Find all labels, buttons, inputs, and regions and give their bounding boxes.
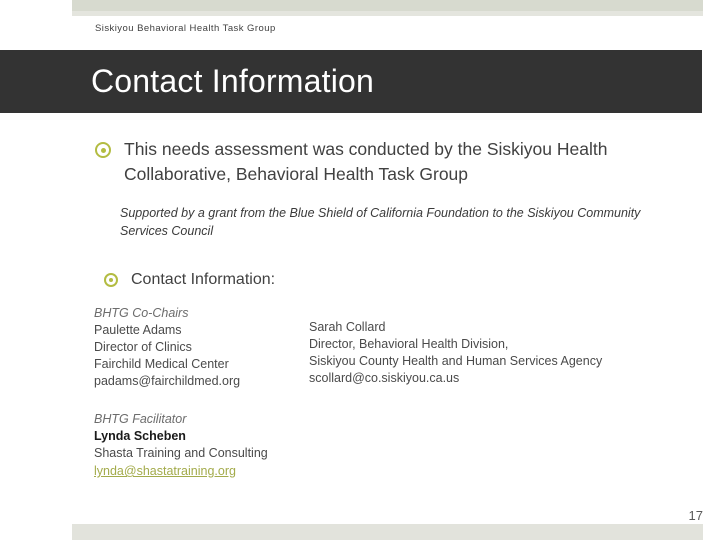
facilitator-heading: BHTG Facilitator [94,412,187,426]
contact-organization: Siskiyou County Health and Human Service… [309,354,603,368]
contacts-column-right: Sarah Collard Director, Behavioral Healt… [309,305,689,390]
contact-email: scollard@co.siskiyou.ca.us [309,371,460,385]
contact-title: Director of Clinics [94,340,192,354]
slide-body: This needs assessment was conducted by t… [0,113,720,478]
facilitator-name: Lynda Scheben [94,429,186,443]
bullet-label: This needs assessment was conducted by t… [124,139,608,184]
top-decorative-band-light [72,11,703,16]
bullet-item-contact-information: Contact Information: [104,269,664,291]
slide-kicker: Siskiyou Behavioral Health Task Group [95,23,276,34]
page-title: Contact Information [91,63,375,99]
grant-acknowledgement-note: Supported by a grant from the Blue Shiel… [120,206,641,238]
slide: Siskiyou Behavioral Health Task Group Co… [0,0,720,540]
contact-name: Sarah Collard [309,320,386,334]
page-number: 17 [688,508,703,523]
contact-name: Paulette Adams [94,323,182,337]
bullet-target-icon [104,273,118,287]
bullet-label: Contact Information: [131,271,276,288]
co-chairs-heading: BHTG Co-Chairs [94,306,189,320]
facilitator-email-link[interactable]: lynda@shastatraining.org [94,463,236,480]
bottom-decorative-band [72,524,703,540]
contact-email: padams@fairchildmed.org [94,374,241,388]
facilitator-block: BHTG Facilitator Lynda Scheben Shasta Tr… [94,411,424,480]
contact-organization: Fairchild Medical Center [94,357,229,371]
contact-title: Director, Behavioral Health Division, [309,337,509,351]
bullet-target-icon [95,142,111,158]
contacts-column-left: BHTG Co-Chairs Paulette Adams Director o… [94,305,309,390]
top-decorative-band [72,0,703,11]
facilitator-organization: Shasta Training and Consulting [94,446,268,460]
bullet-item-needs-assessment: This needs assessment was conducted by t… [95,137,685,187]
contacts-grid: BHTG Co-Chairs Paulette Adams Director o… [94,305,694,390]
